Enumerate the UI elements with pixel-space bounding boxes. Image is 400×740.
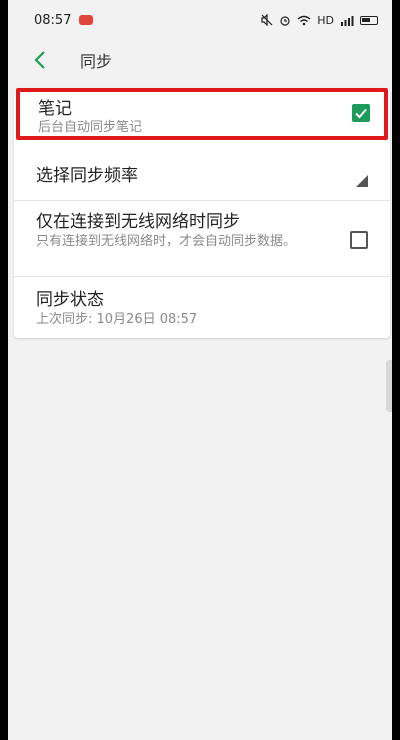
screen-record-icon: [79, 15, 94, 25]
mute-icon: [261, 14, 273, 26]
setting-subtitle: 上次同步: 10月26日 08:57: [36, 312, 198, 327]
battery-icon: [360, 15, 378, 25]
setting-title: 笔记: [38, 99, 72, 119]
phone-screen: 08:57 HD 同步 笔记 后台自动同步笔记 选择同步频率 仅在连接到无线网络…: [8, 0, 392, 740]
wifi-icon: [297, 15, 311, 25]
status-icons: HD: [261, 14, 378, 27]
setting-sync-frequency[interactable]: 选择同步频率: [14, 145, 390, 201]
alarm-icon: [280, 16, 290, 26]
setting-title: 选择同步频率: [36, 166, 138, 186]
dropdown-arrow-icon: [356, 175, 368, 187]
notes-sync-checkbox[interactable]: [352, 104, 370, 122]
back-button[interactable]: [18, 40, 62, 80]
status-time: 08:57: [34, 12, 72, 28]
setting-subtitle: 只有连接到无线网络时，才会自动同步数据。: [36, 234, 297, 249]
app-bar: 同步: [8, 40, 392, 80]
setting-sync-status[interactable]: 同步状态 上次同步: 10月26日 08:57: [14, 277, 390, 337]
chevron-left-icon: [34, 51, 45, 69]
setting-wifi-only[interactable]: 仅在连接到无线网络时同步 只有连接到无线网络时，才会自动同步数据。: [14, 201, 390, 277]
scroll-handle[interactable]: [386, 360, 392, 412]
setting-subtitle: 后台自动同步笔记: [38, 120, 143, 135]
status-bar: 08:57 HD: [8, 0, 392, 40]
setting-title: 同步状态: [36, 290, 104, 310]
network-type-label: HD: [317, 13, 334, 27]
page-title: 同步: [80, 52, 113, 71]
setting-title: 仅在连接到无线网络时同步: [36, 212, 240, 232]
signal-icon: [341, 15, 354, 26]
check-icon: [355, 108, 367, 119]
settings-list: 笔记 后台自动同步笔记 选择同步频率 仅在连接到无线网络时同步 只有连接到无线网…: [14, 88, 390, 338]
setting-notes-sync[interactable]: 笔记 后台自动同步笔记: [16, 88, 388, 140]
wifi-only-checkbox[interactable]: [350, 231, 368, 249]
